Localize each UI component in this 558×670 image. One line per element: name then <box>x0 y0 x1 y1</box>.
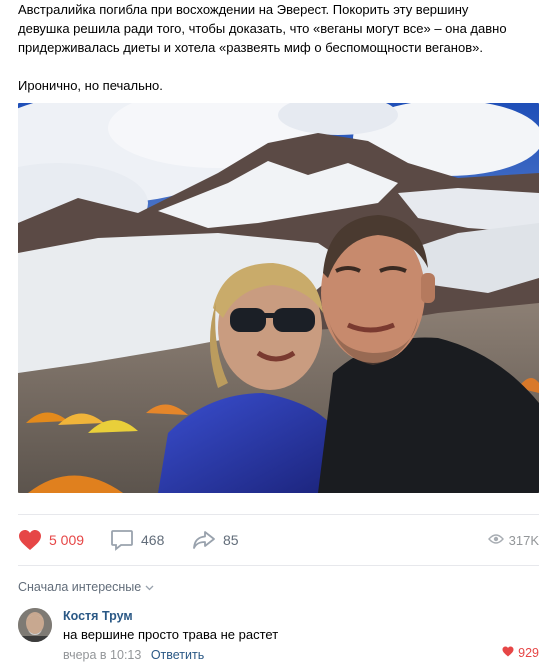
actions-bottom-divider <box>18 565 539 566</box>
comment-author-link[interactable]: Костя Трум <box>63 609 133 623</box>
heart-icon <box>18 528 42 552</box>
views-count: 317K <box>508 532 539 548</box>
comments-sort-dropdown[interactable]: Сначала интересные <box>18 580 154 594</box>
like-count: 5 009 <box>49 532 85 548</box>
heart-icon <box>502 646 514 660</box>
eye-icon <box>487 533 504 548</box>
comment-button[interactable]: 468 <box>110 524 164 556</box>
post-photo[interactable] <box>18 103 539 493</box>
post-text: Австралийка погибла при восхождении на Э… <box>18 0 548 95</box>
share-count: 85 <box>223 532 239 548</box>
like-button[interactable]: 5 009 <box>18 524 84 556</box>
share-button[interactable]: 85 <box>192 524 239 556</box>
post-text-line: Австралийка погибла при восхождении на Э… <box>18 2 469 17</box>
comment-item: Костя Трум на вершине просто трава не ра… <box>18 606 539 666</box>
comment-bubble-icon <box>110 528 134 552</box>
post-text-line: девушка решила ради того, чтобы доказать… <box>18 21 507 36</box>
actions-top-divider <box>18 514 539 515</box>
comment-text: на вершине просто трава не растет <box>63 627 279 642</box>
post-text-line: придерживалась диеты и хотела «развеять … <box>18 40 483 55</box>
comment-count: 468 <box>141 532 165 548</box>
post-text-line: Иронично, но печально. <box>18 78 163 93</box>
comment-time[interactable]: вчера в 10:13 <box>63 648 141 662</box>
post-actions-bar: 5 009 468 85 317K <box>18 524 539 556</box>
avatar[interactable] <box>18 608 52 642</box>
selfie-photo-illustration <box>18 103 539 493</box>
comment-like-button[interactable]: 929 <box>502 646 539 660</box>
chevron-down-icon <box>145 580 154 594</box>
reply-button[interactable]: Ответить <box>151 648 204 662</box>
share-arrow-icon <box>192 528 216 552</box>
comment-meta: вчера в 10:13 Ответить <box>63 648 204 662</box>
views-counter: 317K <box>487 524 539 556</box>
comment-like-count: 929 <box>518 646 539 660</box>
sort-label: Сначала интересные <box>18 580 142 594</box>
